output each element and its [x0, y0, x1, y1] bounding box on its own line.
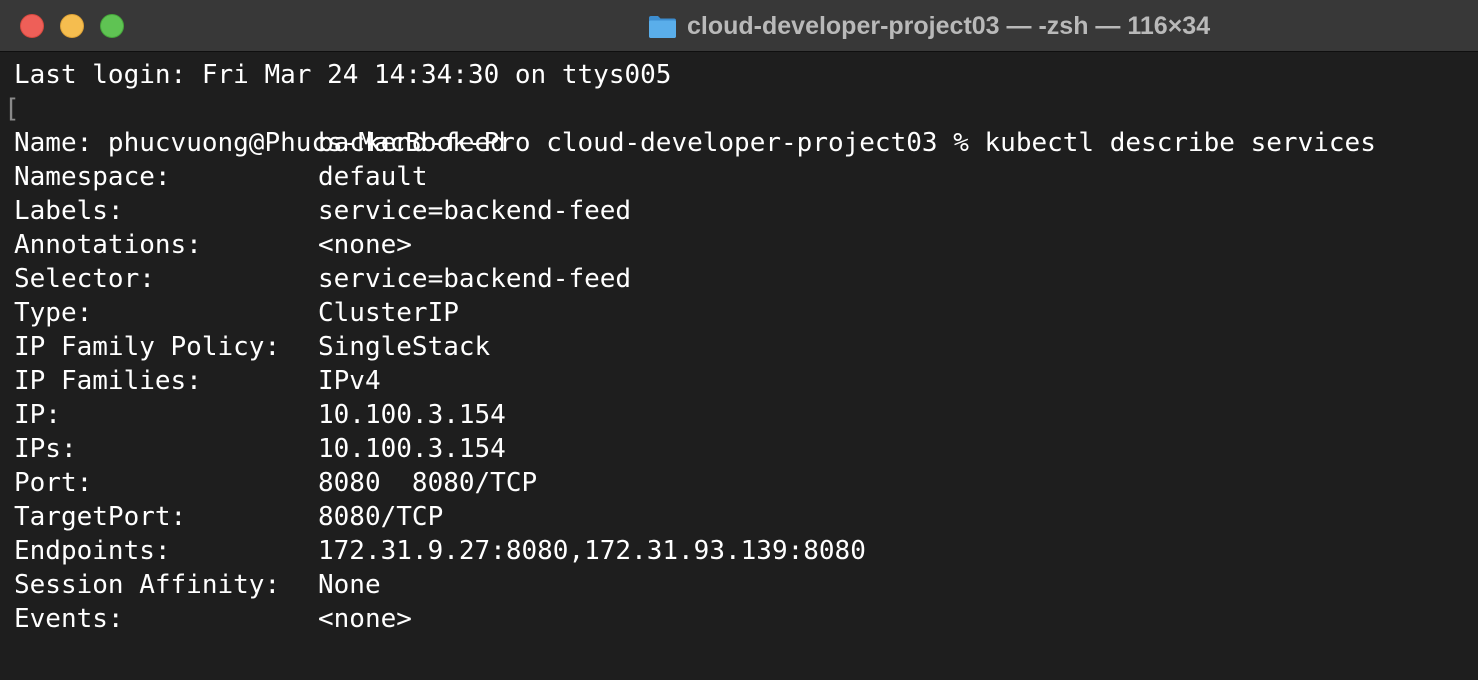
field-label: Type:	[14, 298, 93, 328]
minimize-button[interactable]	[60, 14, 84, 38]
field-row: Name: backend-feed	[14, 126, 1478, 160]
field-row: IP: 10.100.3.154	[14, 398, 1478, 432]
field-value: <none>	[318, 604, 412, 634]
field-row: Endpoints: 172.31.9.27:8080,172.31.93.139…	[14, 534, 1478, 568]
field-row: IP Families: IPv4	[14, 364, 1478, 398]
field-value: SingleStack	[318, 332, 491, 362]
field-row: TargetPort: 8080/TCP	[14, 500, 1478, 534]
field-label: Session Affinity:	[14, 570, 281, 600]
field-row: Annotations: <none>	[14, 228, 1478, 262]
field-value: IPv4	[318, 366, 381, 396]
field-label: Events:	[14, 604, 124, 634]
field-row: Events: <none>	[14, 602, 1478, 636]
field-row: Selector: service=backend-feed	[14, 262, 1478, 296]
field-value: service=backend-feed	[318, 264, 632, 294]
field-row: Session Affinity: None	[14, 568, 1478, 602]
field-label: TargetPort:	[14, 502, 187, 532]
field-label: Endpoints:	[14, 536, 171, 566]
terminal-output[interactable]: Last login: Fri Mar 24 14:34:30 on ttys0…	[0, 58, 1478, 680]
field-value: 10.100.3.154	[318, 434, 506, 464]
field-row: Namespace: default	[14, 160, 1478, 194]
field-value: 10.100.3.154	[318, 400, 506, 430]
field-value: 8080/TCP	[318, 502, 444, 532]
field-label: IP:	[14, 400, 61, 430]
terminal-window: cloud-developer-project03 — -zsh — 116×3…	[0, 0, 1478, 680]
field-label: Name:	[14, 128, 93, 158]
field-label: Port:	[14, 468, 93, 498]
service-description: Name: backend-feed Namespace: default Labels…	[14, 126, 1478, 636]
field-value: default	[318, 162, 428, 192]
field-row: Labels: service=backend-feed	[14, 194, 1478, 228]
window-title: cloud-developer-project03 — -zsh — 116×3…	[687, 11, 1211, 40]
field-row: Port: 8080 8080/TCP	[14, 466, 1478, 500]
window-title-group: cloud-developer-project03 — -zsh — 116×3…	[648, 0, 1210, 52]
zoom-button[interactable]	[100, 14, 124, 38]
field-label: Annotations:	[14, 230, 202, 260]
field-row: IPs: 10.100.3.154	[14, 432, 1478, 466]
field-value: 8080 8080/TCP	[318, 468, 538, 498]
last-login-line: Last login: Fri Mar 24 14:34:30 on ttys0…	[14, 60, 672, 90]
prompt-line: [phucvuong@Phucs-MacBook-Pro cloud-devel…	[4, 92, 1478, 158]
field-label: Selector:	[14, 264, 155, 294]
field-row: Type: ClusterIP	[14, 296, 1478, 330]
field-value: service=backend-feed	[318, 196, 632, 226]
field-value: backend-feed	[318, 128, 506, 158]
field-label: Namespace:	[14, 162, 171, 192]
field-value: 172.31.9.27:8080,172.31.93.139:8080	[318, 536, 866, 566]
title-bar[interactable]: cloud-developer-project03 — -zsh — 116×3…	[0, 0, 1478, 52]
field-value: ClusterIP	[318, 298, 459, 328]
field-row: IP Family Policy: SingleStack	[14, 330, 1478, 364]
field-label: IPs:	[14, 434, 77, 464]
field-label: IP Families:	[14, 366, 202, 396]
close-button[interactable]	[20, 14, 44, 38]
line-marker: [	[4, 94, 20, 124]
folder-icon	[649, 15, 676, 38]
field-label: Labels:	[14, 196, 124, 226]
field-label: IP Family Policy:	[14, 332, 281, 362]
field-value: <none>	[318, 230, 412, 260]
field-value: None	[318, 570, 381, 600]
